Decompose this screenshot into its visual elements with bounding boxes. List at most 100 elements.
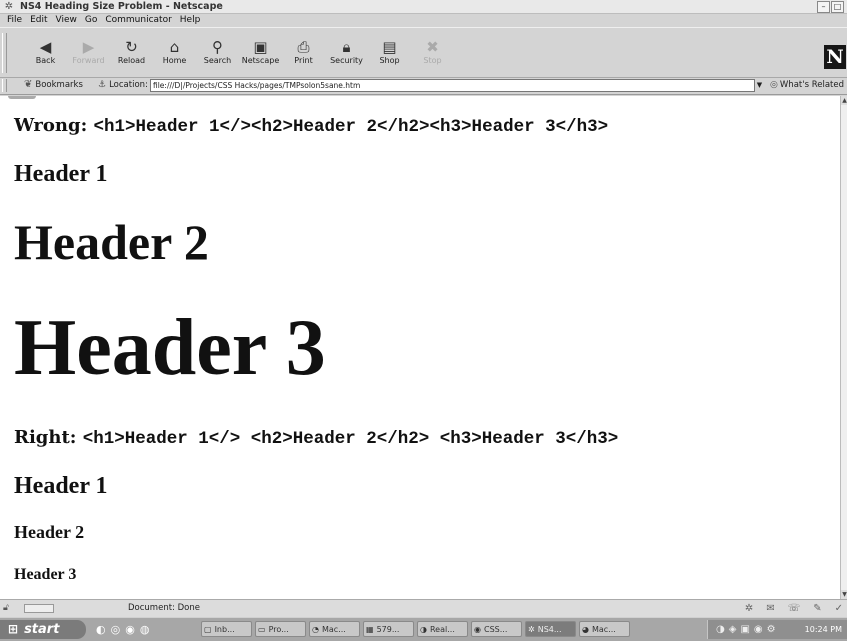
- reload-button[interactable]: ↻ Reload: [110, 38, 153, 72]
- home-button[interactable]: ⌂ Home: [153, 38, 196, 72]
- taskbar-button[interactable]: ◕ Mac...: [579, 621, 630, 637]
- navigator-component-icon[interactable]: ✲: [745, 602, 753, 615]
- scroll-down-icon[interactable]: ▼: [841, 590, 847, 599]
- newsgroups-component-icon[interactable]: ☏: [788, 602, 801, 615]
- vertical-scrollbar[interactable]: ▲ ▼: [840, 96, 847, 599]
- back-button[interactable]: ◀ Back: [24, 38, 67, 72]
- tray-icon[interactable]: ⚙: [767, 623, 776, 636]
- progress-bar: [24, 604, 54, 613]
- forward-label: Forward: [72, 56, 105, 65]
- print-label: Print: [294, 56, 313, 65]
- right-code: <h1>Header 1</> <h2>Header 2</h2> <h3>He…: [82, 429, 619, 449]
- wrong-header-1: Header 1: [14, 161, 108, 187]
- security-lock-icon: 🔒︎: [342, 38, 351, 56]
- taskbar-button[interactable]: ▭ Pro...: [255, 621, 306, 637]
- toolbar-collapse-tab[interactable]: [8, 96, 36, 99]
- tray-icon[interactable]: ◉: [754, 623, 763, 636]
- right-header-2: Header 2: [14, 522, 85, 542]
- back-label: Back: [35, 56, 56, 65]
- shop-button[interactable]: ▤ Shop: [368, 38, 411, 72]
- clock: 10:24 PM: [804, 625, 842, 634]
- bookmarks-icon: ❦: [24, 79, 33, 90]
- tray-icon[interactable]: ◑: [716, 623, 725, 636]
- location-toolbar: ❦ Bookmarks ⚓ Location: file:///D|/Project…: [0, 77, 847, 95]
- quick-launch-icon[interactable]: ◍: [140, 623, 150, 636]
- taskbar-button[interactable]: ◉ CSS...: [471, 621, 522, 637]
- shop-label: Shop: [379, 56, 400, 65]
- start-label: start: [24, 622, 60, 637]
- windows-taskbar: ⊞ start ◐ ◎ ◉ ◍ ▢ Inb... ▭ Pro... ◔ Mac... ▦…: [0, 617, 847, 641]
- taskbar-button-label: CSS...: [483, 625, 508, 634]
- maximize-button[interactable]: □: [831, 1, 844, 13]
- netscape-logo[interactable]: N: [824, 45, 846, 69]
- location-label: ⚓ Location:: [98, 79, 148, 91]
- location-label-text: Location:: [109, 80, 148, 90]
- tray-icon[interactable]: ◈: [729, 623, 737, 636]
- quick-launch-icon[interactable]: ◐: [96, 623, 106, 636]
- taskbar-button-label: Real...: [429, 625, 455, 634]
- stop-button[interactable]: ✖ Stop: [411, 38, 454, 72]
- quick-launch-icon[interactable]: ◉: [125, 623, 135, 636]
- print-icon: ⎙: [297, 38, 310, 56]
- bookmarks-button[interactable]: ❦ Bookmarks: [24, 79, 83, 91]
- mail-component-icon[interactable]: ✉: [766, 602, 774, 615]
- back-icon: ◀: [39, 38, 52, 56]
- location-toolbar-grip[interactable]: [2, 79, 7, 92]
- print-button[interactable]: ⎙ Print: [282, 38, 325, 72]
- page-proxy-icon[interactable]: ⚓: [98, 80, 106, 90]
- taskbar-button[interactable]: ▢ Inb...: [201, 621, 252, 637]
- wrong-header-2: Header 2: [14, 214, 209, 270]
- menu-file[interactable]: File: [3, 14, 26, 26]
- app-icon: ◔: [312, 625, 319, 634]
- taskbar-button-label: 579...: [376, 625, 400, 634]
- composer-component-icon[interactable]: ✎: [813, 602, 821, 615]
- search-icon: ⚲: [212, 38, 223, 56]
- taskbar-button-label: Mac...: [591, 625, 616, 634]
- title-bar[interactable]: ✲ NS4 Heading Size Problem - Netscape – …: [0, 0, 847, 14]
- window-title: NS4 Heading Size Problem - Netscape: [20, 1, 223, 12]
- taskbar-button[interactable]: ◑ Real...: [417, 621, 468, 637]
- wrong-label: Wrong:: [14, 115, 88, 136]
- taskbar-buttons: ▢ Inb... ▭ Pro... ◔ Mac... ▦ 579... ◑ Real...…: [201, 621, 630, 637]
- minimize-button[interactable]: –: [817, 1, 830, 13]
- component-bar: ✲ ✉ ☏ ✎ ✓: [745, 602, 843, 615]
- security-button[interactable]: 🔒︎ Security: [325, 38, 368, 72]
- tray-icon[interactable]: ▣: [740, 623, 749, 636]
- app-icon: ◑: [420, 625, 427, 634]
- scroll-up-icon[interactable]: ▲: [841, 96, 847, 105]
- menu-communicator[interactable]: Communicator: [101, 14, 175, 26]
- quick-launch-icon[interactable]: ◎: [111, 623, 121, 636]
- status-text: Document: Done: [128, 603, 200, 613]
- app-icon: ▦: [366, 625, 374, 634]
- tray-icons: ◑ ◈ ▣ ◉ ⚙: [716, 623, 776, 636]
- url-dropdown-button[interactable]: ▼: [755, 80, 764, 91]
- whats-related-button[interactable]: ◎ What's Related: [770, 79, 844, 91]
- taskbar-button-active[interactable]: ✲ NS4...: [525, 621, 576, 637]
- url-input[interactable]: file:///D|/Projects/CSS Hacks/pages/TMPs…: [150, 79, 755, 92]
- netscape-button[interactable]: ▣ Netscape: [239, 38, 282, 72]
- stop-label: Stop: [423, 56, 442, 65]
- menu-view[interactable]: View: [52, 14, 81, 26]
- stop-icon: ✖: [426, 38, 439, 56]
- address-book-component-icon[interactable]: ✓: [835, 602, 843, 615]
- app-icon: ◕: [582, 625, 589, 634]
- search-label: Search: [203, 56, 232, 65]
- taskbar-button[interactable]: ▦ 579...: [363, 621, 414, 637]
- menu-bar: File Edit View Go Communicator Help: [0, 14, 847, 26]
- netscape-window-icon: ✲: [4, 1, 14, 12]
- windows-logo-icon: ⊞: [8, 622, 19, 636]
- toolbar-grip[interactable]: [2, 33, 7, 73]
- menu-help[interactable]: Help: [176, 14, 205, 26]
- menu-go[interactable]: Go: [81, 14, 101, 26]
- forward-button[interactable]: ▶ Forward: [67, 38, 110, 72]
- reload-icon: ↻: [125, 38, 138, 56]
- taskbar-button[interactable]: ◔ Mac...: [309, 621, 360, 637]
- menu-edit[interactable]: Edit: [26, 14, 51, 26]
- home-icon: ⌂: [169, 38, 180, 56]
- start-button[interactable]: ⊞ start: [0, 620, 86, 639]
- search-button[interactable]: ⚲ Search: [196, 38, 239, 72]
- app-icon: ▭: [258, 625, 266, 634]
- home-label: Home: [162, 56, 187, 65]
- taskbar-button-label: Pro...: [268, 625, 289, 634]
- security-status-icon[interactable]: 🔓︎: [3, 602, 9, 615]
